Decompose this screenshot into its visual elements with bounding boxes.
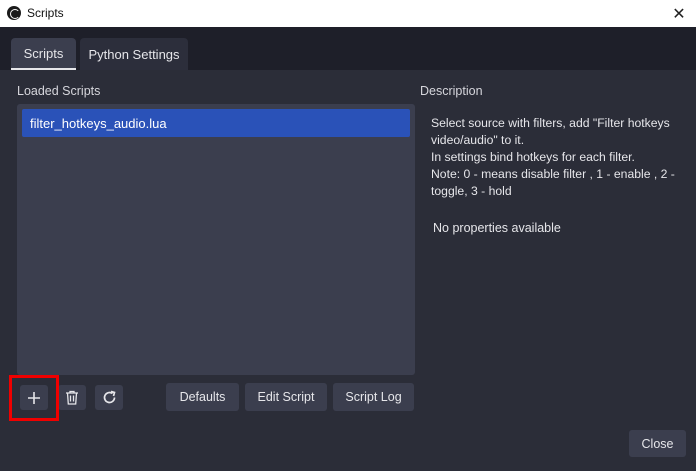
reload-icon <box>103 390 116 404</box>
defaults-button[interactable]: Defaults <box>166 383 239 411</box>
list-item[interactable]: filter_hotkeys_audio.lua <box>22 109 410 137</box>
scripts-panel: Loaded Scripts Description filter_hotkey… <box>0 70 696 471</box>
loaded-scripts-label: Loaded Scripts <box>17 84 101 98</box>
loaded-scripts-list[interactable]: filter_hotkeys_audio.lua <box>17 104 415 375</box>
script-log-button[interactable]: Script Log <box>333 383 414 411</box>
add-script-button[interactable] <box>20 385 48 410</box>
description-line: Select source with filters, add "Filter … <box>431 116 670 147</box>
no-properties-text: No properties available <box>433 221 561 235</box>
description-text: Select source with filters, add "Filter … <box>431 115 681 200</box>
tab-scripts[interactable]: Scripts <box>11 38 76 70</box>
edit-script-button[interactable]: Edit Script <box>245 383 327 411</box>
close-button[interactable]: Close <box>629 430 686 457</box>
trash-icon <box>66 390 78 405</box>
close-icon[interactable]: ✕ <box>662 0 696 27</box>
description-line: Note: 0 - means disable filter , 1 - ena… <box>431 167 675 198</box>
description-line: In settings bind hotkeys for each filter… <box>431 150 635 164</box>
remove-script-button[interactable] <box>58 385 86 410</box>
window-title: Scripts <box>27 6 64 20</box>
obs-icon <box>7 6 21 20</box>
title-bar: Scripts ✕ <box>0 0 696 27</box>
description-label: Description <box>420 84 483 98</box>
plus-icon <box>28 391 40 404</box>
tab-python-settings[interactable]: Python Settings <box>80 38 188 70</box>
reload-scripts-button[interactable] <box>95 385 123 410</box>
